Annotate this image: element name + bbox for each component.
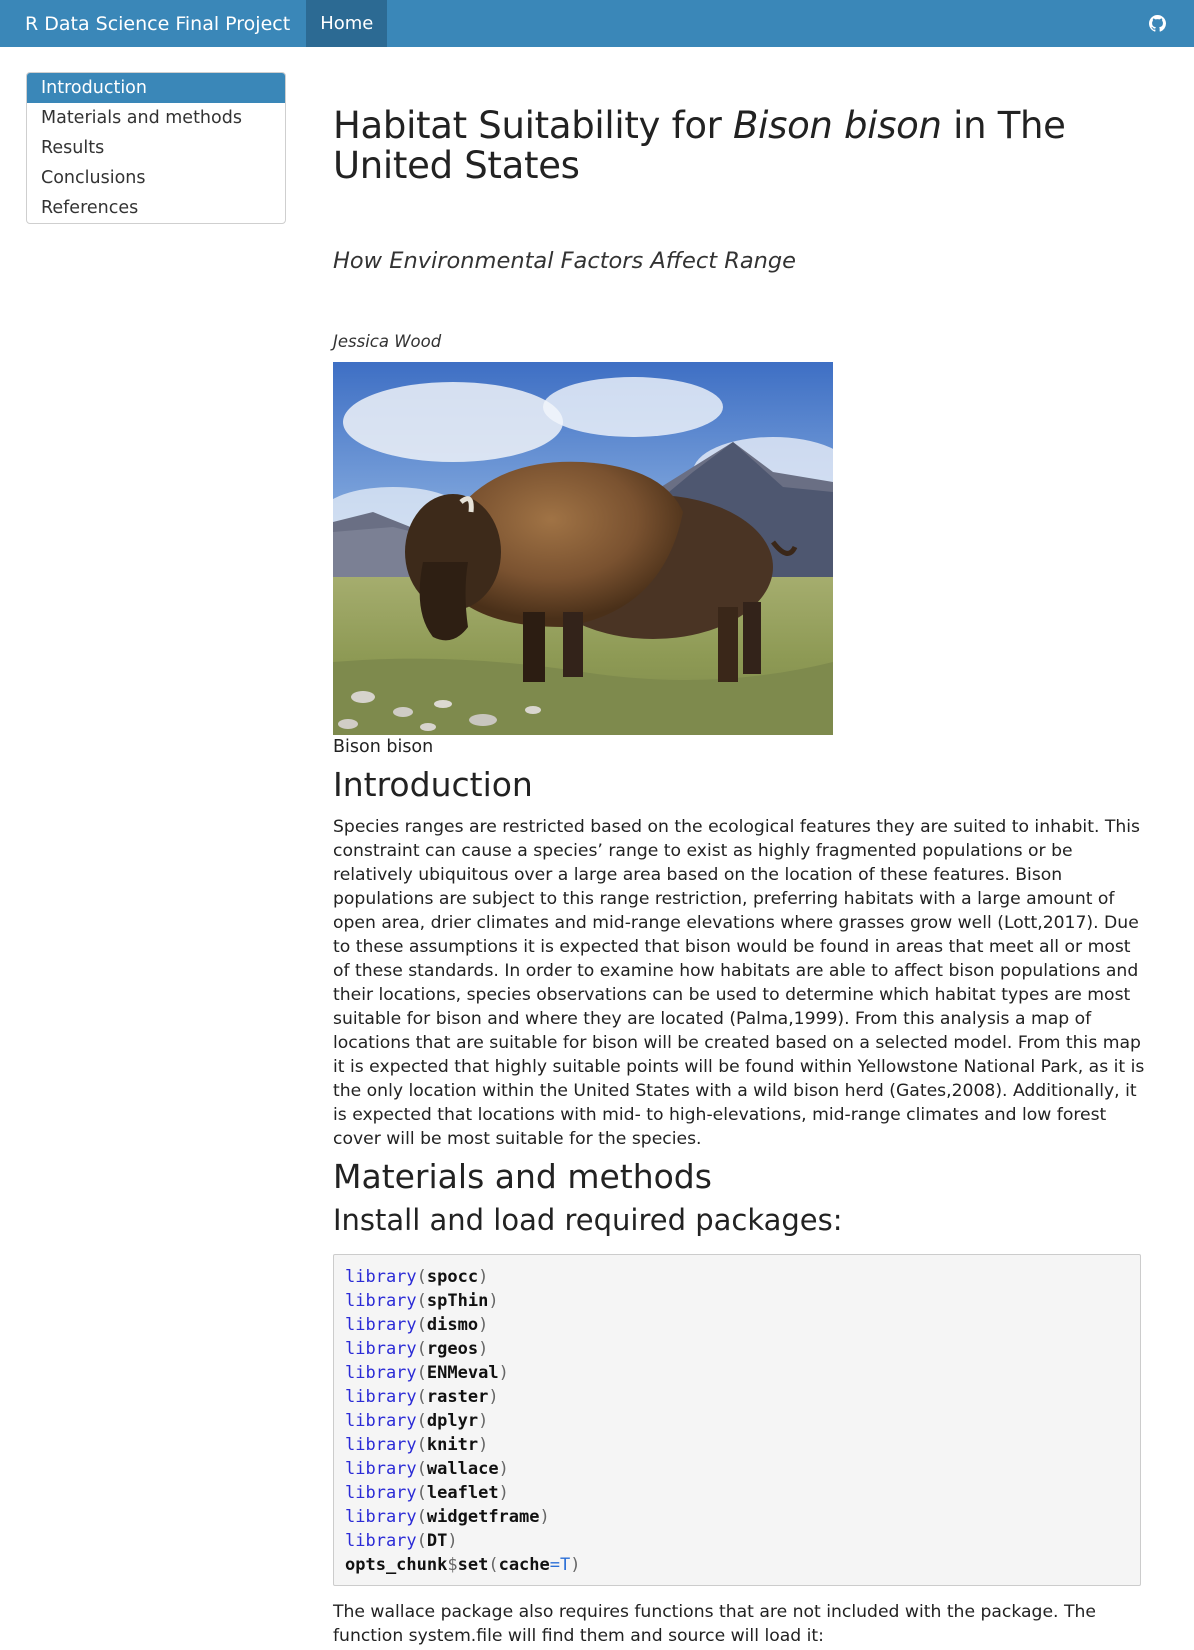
bison-photo — [333, 362, 833, 735]
navbar-brand[interactable]: R Data Science Final Project — [0, 0, 306, 47]
code-line: library(leaflet) — [345, 1483, 509, 1503]
code-line: library(raster) — [345, 1387, 499, 1407]
nav-home-link[interactable]: Home — [306, 0, 388, 47]
main-content: Habitat Suitability for Bison bison in T… — [333, 100, 1144, 1646]
code-block: library(spocc) library(spThin) library(d… — [333, 1254, 1141, 1586]
title-prefix: Habitat Suitability for — [333, 104, 734, 147]
toc-item-conclusions[interactable]: Conclusions — [27, 163, 285, 193]
code-line: library(spThin) — [345, 1291, 499, 1311]
code-line: library(ENMeval) — [345, 1363, 509, 1383]
toc-item-results[interactable]: Results — [27, 133, 285, 163]
toc-item-materials-and-methods[interactable]: Materials and methods — [27, 103, 285, 133]
code-line: library(dplyr) — [345, 1411, 489, 1431]
page-title: Habitat Suitability for Bison bison in T… — [333, 106, 1143, 186]
table-of-contents: Introduction Materials and methods Resul… — [26, 72, 286, 224]
section-heading-materials-and-methods: Materials and methods — [333, 1157, 712, 1196]
introduction-paragraph: Species ranges are restricted based on t… — [333, 817, 1145, 1149]
code-line: opts_chunk$set(cache=T) — [345, 1555, 581, 1575]
title-species: Bison bison — [733, 104, 942, 147]
code-line: library(knitr) — [345, 1435, 489, 1455]
code-line: library(dismo) — [345, 1315, 489, 1335]
methods-paragraph: The wallace package also requires functi… — [333, 1602, 1096, 1646]
toc-item-references[interactable]: References — [27, 193, 285, 223]
author: Jessica Wood — [333, 332, 442, 351]
code-line: library(widgetframe) — [345, 1507, 550, 1527]
page-subtitle: How Environmental Factors Affect Range — [333, 248, 797, 274]
github-icon[interactable] — [1149, 15, 1166, 32]
code-line: library(wallace) — [345, 1459, 509, 1479]
navbar: R Data Science Final Project Home — [0, 0, 1194, 47]
figure-caption: Bison bison — [333, 737, 434, 757]
subsection-heading-install-packages: Install and load required packages: — [333, 1203, 843, 1237]
code-line: library(DT) — [345, 1531, 458, 1551]
toc-item-introduction[interactable]: Introduction — [27, 73, 285, 103]
code-line: library(rgeos) — [345, 1339, 489, 1359]
section-heading-introduction: Introduction — [333, 765, 533, 804]
code-line: library(spocc) — [345, 1267, 489, 1287]
